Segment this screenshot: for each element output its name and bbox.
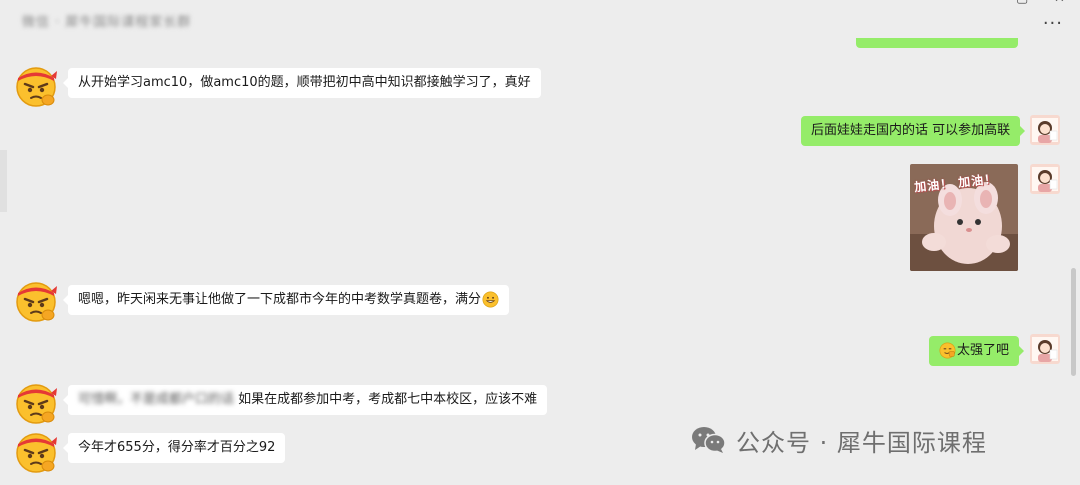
message-text: 从开始学习amc10，做amc10的题，顺带把初中高中知识都接触学习了，真好 <box>78 75 531 90</box>
contact-avatar[interactable] <box>13 380 59 426</box>
sticker-message[interactable]: 加油！ 加油！ <box>910 164 1018 271</box>
my-avatar[interactable] <box>1030 164 1060 194</box>
watermark-text: 公众号 · 犀牛国际课程 <box>736 428 987 457</box>
chat-title[interactable]: 微信 · 犀牛国际课程家长群 <box>22 11 191 30</box>
contact-avatar[interactable] <box>13 278 59 324</box>
grin-emoji-icon <box>482 291 499 308</box>
message-text: 后面娃娃走国内的话 可以参加高联 <box>811 123 1011 138</box>
message-bubble-incoming[interactable]: 今年才655分，得分率才百分之92 <box>62 433 286 463</box>
thumbs-up-face-icon <box>939 342 956 359</box>
redacted-text: 可惜啊，不是成都户口的话 <box>78 392 235 407</box>
chat-scrollbar[interactable] <box>1071 268 1076 376</box>
message-text: 今年才655分，得分率才百分之92 <box>78 440 276 455</box>
sidebar-edge <box>0 150 7 212</box>
message-bubble-incoming[interactable]: 从开始学习amc10，做amc10的题，顺带把初中高中知识都接触学习了，真好 <box>63 68 541 98</box>
pin-window-icon[interactable]: ▢ <box>1016 0 1028 6</box>
wechat-logo-icon <box>692 427 726 453</box>
more-options-button[interactable]: ··· <box>1043 15 1063 33</box>
my-avatar[interactable] <box>1030 115 1060 145</box>
message-bubble-outgoing[interactable]: 太强了吧 <box>929 336 1025 366</box>
message-bubble-outgoing[interactable]: 后面娃娃走国内的话 可以参加高联 <box>801 116 1026 146</box>
close-icon[interactable]: ✕ <box>1054 0 1065 6</box>
my-avatar[interactable] <box>1030 334 1060 364</box>
message-text: 嗯嗯，昨天闲来无事让他做了一下成都市今年的中考数学真题卷，满分 <box>78 292 482 307</box>
contact-avatar[interactable] <box>13 63 59 109</box>
watermark: 公众号 · 犀牛国际课程 <box>690 420 987 460</box>
message-bubble-incoming[interactable]: 可惜啊，不是成都户口的话 如果在成都参加中考，考成都七中本校区，应该不难 <box>62 385 548 415</box>
message-text: 如果在成都参加中考，考成都七中本校区，应该不难 <box>238 392 538 407</box>
previous-message-bubble <box>856 38 1018 48</box>
contact-avatar[interactable] <box>13 429 59 475</box>
message-text: 太强了吧 <box>957 343 1010 358</box>
message-bubble-incoming[interactable]: 嗯嗯，昨天闲来无事让他做了一下成都市今年的中考数学真题卷，满分 <box>62 285 510 315</box>
